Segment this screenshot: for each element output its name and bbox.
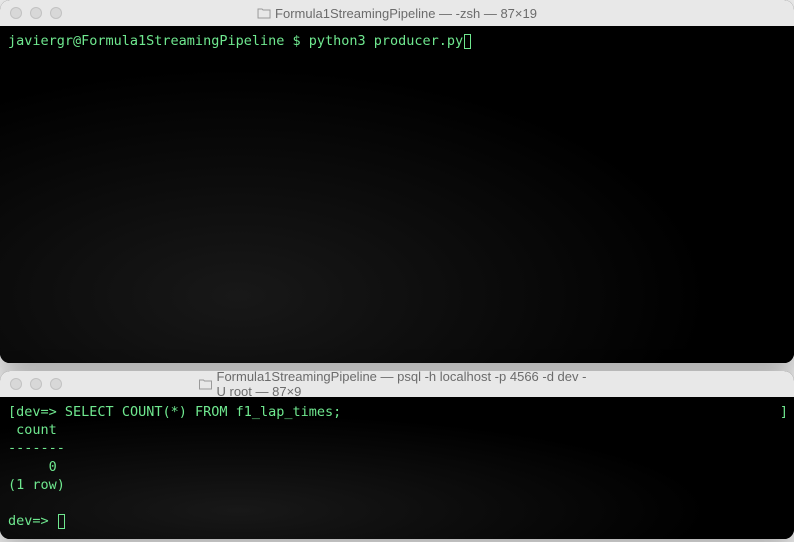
sql-query: SELECT COUNT(*) FROM f1_lap_times; (65, 404, 341, 420)
title-label: Formula1StreamingPipeline — -zsh — 87×19 (275, 6, 537, 21)
cursor-icon (464, 34, 471, 49)
maximize-icon[interactable] (50, 378, 62, 390)
terminal-body[interactable]: [dev=> SELECT COUNT(*) FROM f1_lap_times… (0, 397, 794, 539)
traffic-lights (10, 378, 62, 390)
output-header: count (8, 422, 65, 438)
title-bar[interactable]: Formula1StreamingPipeline — psql -h loca… (0, 371, 794, 397)
close-icon[interactable] (10, 378, 22, 390)
folder-icon (199, 378, 213, 390)
output-footer: (1 row) (8, 477, 65, 493)
maximize-icon[interactable] (50, 7, 62, 19)
folder-icon (257, 7, 271, 19)
minimize-icon[interactable] (30, 7, 42, 19)
terminal-window-top: Formula1StreamingPipeline — -zsh — 87×19… (0, 0, 794, 363)
shell-prompt: javiergr@Formula1StreamingPipeline $ (8, 33, 309, 49)
title-label: Formula1StreamingPipeline — psql -h loca… (217, 371, 596, 399)
psql-prompt: dev=> (16, 404, 65, 420)
command-text: python3 producer.py (309, 33, 463, 49)
output-value: 0 (8, 459, 57, 475)
close-icon[interactable] (10, 7, 22, 19)
minimize-icon[interactable] (30, 378, 42, 390)
traffic-lights (10, 7, 62, 19)
terminal-window-bottom: Formula1StreamingPipeline — psql -h loca… (0, 371, 794, 539)
cursor-icon (58, 514, 65, 529)
window-title: Formula1StreamingPipeline — -zsh — 87×19 (257, 6, 537, 21)
close-bracket: ] (780, 403, 788, 421)
output-divider: ------- (8, 440, 65, 456)
open-bracket: [ (8, 404, 16, 420)
psql-prompt: dev=> (8, 513, 57, 529)
terminal-body[interactable]: javiergr@Formula1StreamingPipeline $ pyt… (0, 26, 794, 363)
title-bar[interactable]: Formula1StreamingPipeline — -zsh — 87×19 (0, 0, 794, 26)
window-title: Formula1StreamingPipeline — psql -h loca… (199, 371, 596, 399)
